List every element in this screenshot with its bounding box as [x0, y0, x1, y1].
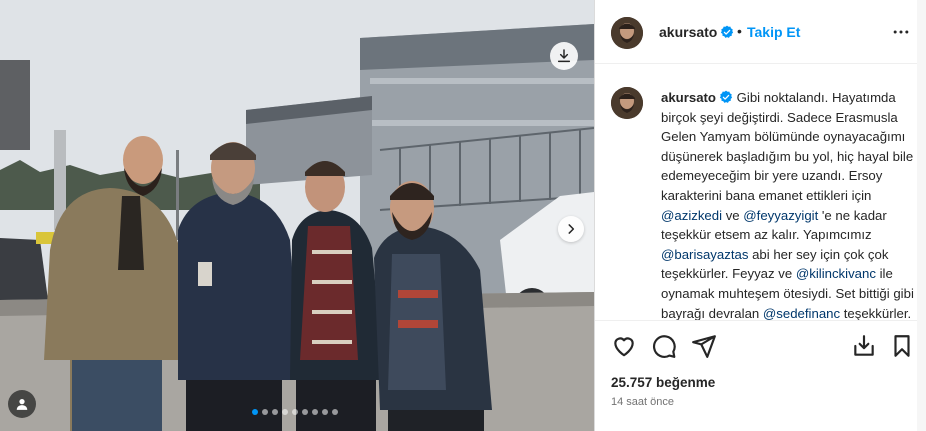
- scrollbar[interactable]: [917, 0, 926, 431]
- verified-badge-icon: [721, 25, 734, 38]
- post-side-panel: akursato • Takip Et akursato Gibi noktal…: [595, 0, 926, 431]
- carousel-dot: [252, 409, 258, 415]
- comment-icon[interactable]: [651, 333, 677, 359]
- mention-link[interactable]: @kilinckivanc: [796, 266, 876, 281]
- heart-icon[interactable]: [611, 333, 637, 359]
- more-options-icon[interactable]: [891, 22, 911, 42]
- mention-link[interactable]: @azizkedi: [661, 208, 722, 223]
- download-icon[interactable]: [851, 333, 877, 359]
- tagged-users-button[interactable]: [8, 390, 36, 418]
- caption-text: Gibi noktalandı. Hayatımda birçok şeyi d…: [661, 90, 914, 320]
- carousel-dot: [312, 409, 318, 415]
- like-count[interactable]: 25.757 beğenme: [611, 375, 715, 390]
- post-header: akursato • Takip Et: [595, 0, 926, 64]
- carousel-dot: [322, 409, 328, 415]
- avatar[interactable]: [611, 17, 643, 49]
- post-caption: akursato Gibi noktalandı. Hayatımda birç…: [661, 88, 919, 320]
- carousel-dot: [332, 409, 338, 415]
- carousel-dot: [262, 409, 268, 415]
- avatar-image: [611, 87, 643, 119]
- next-image-button[interactable]: [558, 216, 584, 242]
- mention-link[interactable]: @barisayaztas: [661, 247, 748, 262]
- caption-fragment: ve: [722, 207, 744, 223]
- mention-link[interactable]: @sedefinanc: [763, 306, 840, 320]
- user-tag-icon: [16, 399, 28, 410]
- verified-badge-icon: [719, 90, 733, 103]
- carousel-dot: [282, 409, 288, 415]
- bookmark-icon[interactable]: [889, 333, 915, 359]
- carousel-dot: [292, 409, 298, 415]
- download-icon: [557, 49, 571, 63]
- post-photo: [0, 0, 594, 431]
- caption-username[interactable]: akursato: [661, 90, 716, 105]
- follow-button[interactable]: Takip Et: [747, 24, 800, 40]
- carousel-dot: [302, 409, 308, 415]
- carousel-indicator: [252, 409, 338, 415]
- caption-section: akursato Gibi noktalandı. Hayatımda birç…: [595, 65, 926, 320]
- carousel-dot: [272, 409, 278, 415]
- caption-fragment: Gibi noktalandı. Hayatımda birçok şeyi d…: [661, 90, 914, 203]
- avatar-image: [611, 17, 643, 49]
- header-separator: •: [737, 23, 742, 39]
- post-actions: 25.757 beğenme 14 saat önce: [595, 320, 926, 431]
- post-timestamp[interactable]: 14 saat önce: [611, 396, 674, 408]
- share-icon[interactable]: [691, 333, 717, 359]
- mention-link[interactable]: @feyyazyigit: [743, 208, 818, 223]
- avatar[interactable]: [611, 87, 643, 119]
- post-author-username[interactable]: akursato: [659, 24, 734, 40]
- download-button[interactable]: [550, 42, 578, 70]
- username-text[interactable]: akursato: [659, 24, 717, 40]
- post-media[interactable]: [0, 0, 594, 431]
- chevron-right-icon: [568, 224, 575, 234]
